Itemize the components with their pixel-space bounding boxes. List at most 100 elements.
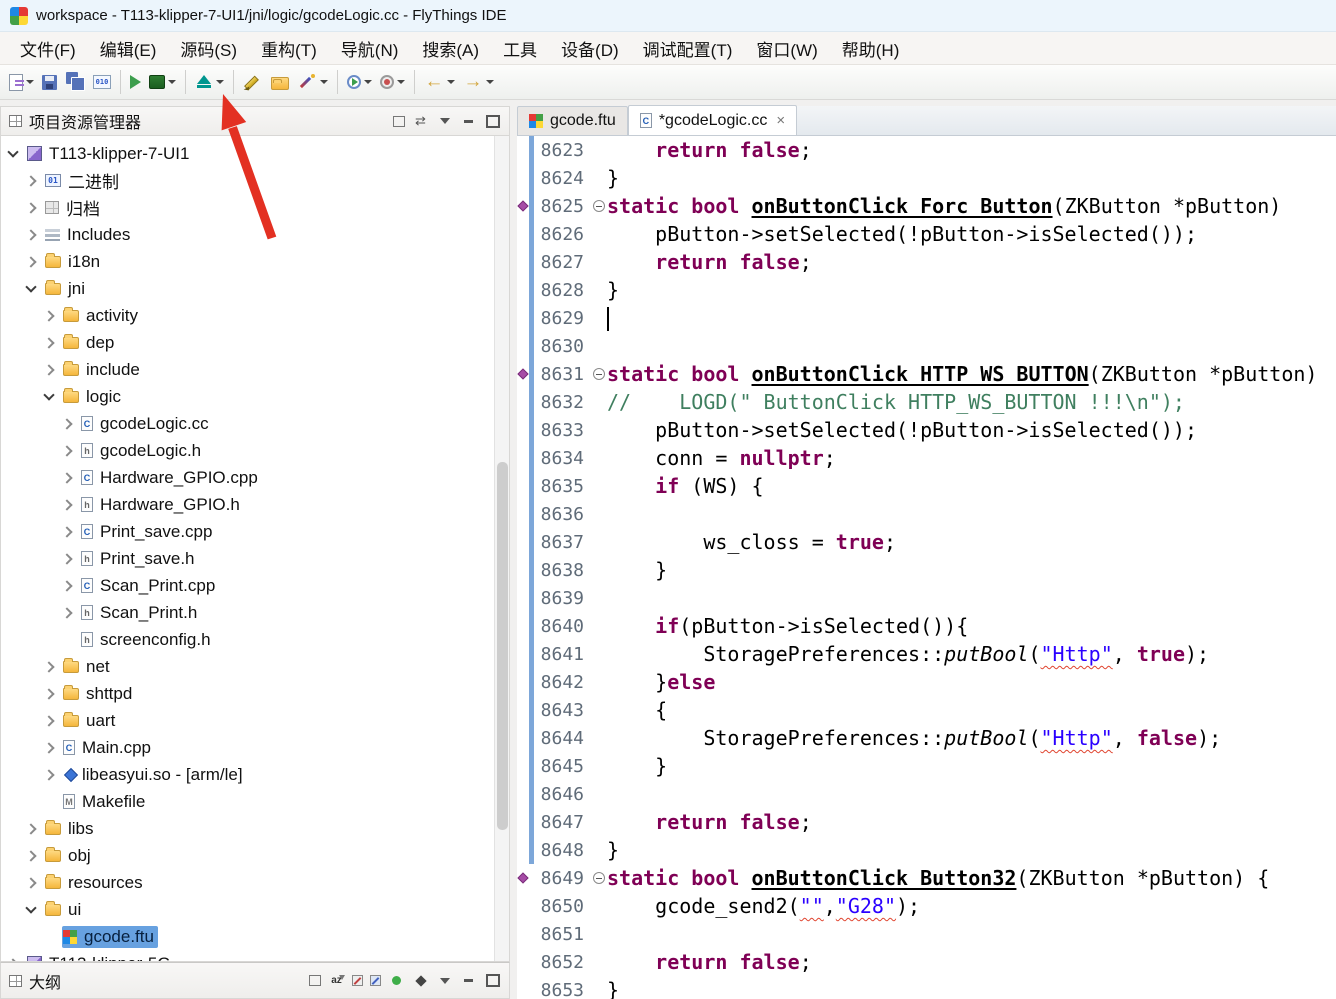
chevron-collapsed-icon[interactable] <box>43 337 54 348</box>
maximize-icon[interactable] <box>484 113 501 129</box>
tab-gcodeLogiccc[interactable]: *gcodeLogic.cc <box>628 105 797 135</box>
tree-item[interactable]: logic <box>1 383 509 410</box>
code-line[interactable]: 8640 if(pButton->isSelected()){ <box>517 612 1336 640</box>
build-button[interactable] <box>145 68 180 96</box>
binary-view-button[interactable] <box>89 68 115 96</box>
chevron-collapsed-icon[interactable] <box>25 202 36 213</box>
chevron-collapsed-icon[interactable] <box>61 499 72 510</box>
code-line[interactable]: 8633 pButton->setSelected(!pButton->isSe… <box>517 416 1336 444</box>
tree-item[interactable]: gcodeLogic.h <box>1 437 509 464</box>
code-line[interactable]: 8634 conn = nullptr; <box>517 444 1336 472</box>
code-line[interactable]: 8629 <box>517 304 1336 332</box>
code-line[interactable]: 8651 <box>517 920 1336 948</box>
code-line[interactable]: 8626 pButton->setSelected(!pButton->isSe… <box>517 220 1336 248</box>
tree-item[interactable]: include <box>1 356 509 383</box>
outline-minimize-icon[interactable] <box>460 973 477 989</box>
fold-gutter[interactable] <box>590 192 607 220</box>
chevron-collapsed-icon[interactable] <box>43 661 54 672</box>
menu-item-9[interactable]: 窗口(W) <box>744 33 829 64</box>
code-line[interactable]: 8653} <box>517 976 1336 999</box>
tree-item[interactable]: T113-klipper-5G <box>1 950 509 962</box>
dropdown-arrow-icon[interactable] <box>447 80 455 84</box>
code-line[interactable]: 8650 gcode_send2("","G28"); <box>517 892 1336 920</box>
chevron-collapsed-icon[interactable] <box>61 445 72 456</box>
outline-collapse-all-icon[interactable] <box>309 975 321 986</box>
code-line[interactable]: 8628} <box>517 276 1336 304</box>
code-line[interactable]: 8625static bool onButtonClick_Forc_Butto… <box>517 192 1336 220</box>
dropdown-arrow-icon[interactable] <box>26 80 34 84</box>
tree-item[interactable]: gcode.ftu <box>1 923 509 950</box>
minimize-icon[interactable] <box>460 113 477 129</box>
code-line[interactable]: 8643 { <box>517 696 1336 724</box>
link-with-editor-icon[interactable] <box>412 113 429 129</box>
code-line[interactable]: 8627 return false; <box>517 248 1336 276</box>
tab-gcodeftu[interactable]: gcode.ftu <box>517 106 628 135</box>
hide-non-public-icon[interactable] <box>388 973 405 989</box>
chevron-collapsed-icon[interactable] <box>43 688 54 699</box>
tools-wizard-button[interactable] <box>293 68 332 96</box>
fold-collapse-icon[interactable] <box>593 368 605 380</box>
code-line[interactable]: 8645 } <box>517 752 1336 780</box>
open-project-button[interactable] <box>267 68 293 96</box>
tree-item[interactable]: Includes <box>1 221 509 248</box>
chevron-collapsed-icon[interactable] <box>25 175 36 186</box>
view-menu-icon[interactable] <box>436 113 453 129</box>
chevron-collapsed-icon[interactable] <box>61 553 72 564</box>
save-all-button[interactable] <box>61 68 89 96</box>
chevron-expanded-icon[interactable] <box>43 389 54 400</box>
chevron-collapsed-icon[interactable] <box>43 364 54 375</box>
tree-item[interactable]: gcodeLogic.cc <box>1 410 509 437</box>
menu-item-1[interactable]: 编辑(E) <box>88 33 169 64</box>
tree-item[interactable]: libeasyui.so - [arm/le] <box>1 761 509 788</box>
chevron-collapsed-icon[interactable] <box>43 769 54 780</box>
code-line[interactable]: 8624} <box>517 164 1336 192</box>
fold-gutter[interactable] <box>590 360 607 388</box>
code-line[interactable]: 8637 ws_closs = true; <box>517 528 1336 556</box>
menu-item-0[interactable]: 文件(F) <box>8 33 88 64</box>
tree-item[interactable]: shttpd <box>1 680 509 707</box>
new-wizard-button[interactable] <box>5 68 38 96</box>
tree-item[interactable]: 二进制 <box>1 167 509 194</box>
tree-item[interactable]: resources <box>1 869 509 896</box>
menu-item-3[interactable]: 重构(T) <box>249 33 329 64</box>
chevron-expanded-icon[interactable] <box>25 902 36 913</box>
code-line[interactable]: 8646 <box>517 780 1336 808</box>
tree-item[interactable]: net <box>1 653 509 680</box>
chevron-collapsed-icon[interactable] <box>61 526 72 537</box>
code-line[interactable]: 8649static bool onButtonClick_Button32(Z… <box>517 864 1336 892</box>
hide-inactive-icon[interactable] <box>412 973 429 989</box>
tree-item[interactable]: T113-klipper-7-UI1 <box>1 140 509 167</box>
edit-ui-button[interactable] <box>239 68 267 96</box>
tree-item[interactable]: obj <box>1 842 509 869</box>
panel-splitter[interactable] <box>510 106 517 999</box>
code-line[interactable]: 8630 <box>517 332 1336 360</box>
outline-maximize-icon[interactable] <box>484 973 501 989</box>
tree-item[interactable]: Main.cpp <box>1 734 509 761</box>
save-button[interactable] <box>38 68 61 96</box>
chevron-collapsed-icon[interactable] <box>61 472 72 483</box>
tree-item[interactable]: dep <box>1 329 509 356</box>
chevron-collapsed-icon[interactable] <box>43 715 54 726</box>
code-line[interactable]: 8648} <box>517 836 1336 864</box>
run-button[interactable] <box>126 68 145 96</box>
dropdown-arrow-icon[interactable] <box>364 80 372 84</box>
hide-fields-icon[interactable] <box>352 975 363 986</box>
menu-item-2[interactable]: 源码(S) <box>168 33 249 64</box>
tree-scrollbar-thumb[interactable] <box>497 462 508 830</box>
tree-item[interactable]: Scan_Print.cpp <box>1 572 509 599</box>
tree-item[interactable]: Hardware_GPIO.h <box>1 491 509 518</box>
chevron-collapsed-icon[interactable] <box>61 580 72 591</box>
code-line[interactable]: 8635 if (WS) { <box>517 472 1336 500</box>
code-line[interactable]: 8641 StoragePreferences::putBool("Http",… <box>517 640 1336 668</box>
menu-item-5[interactable]: 搜索(A) <box>410 33 491 64</box>
fold-collapse-icon[interactable] <box>593 872 605 884</box>
close-tab-icon[interactable] <box>776 112 785 129</box>
menu-item-6[interactable]: 工具 <box>491 33 549 64</box>
collapse-all-icon[interactable] <box>393 116 405 127</box>
chevron-collapsed-icon[interactable] <box>43 742 54 753</box>
debug-tool-a-button[interactable] <box>343 68 376 96</box>
tree-item[interactable]: ui <box>1 896 509 923</box>
dropdown-arrow-icon[interactable] <box>216 80 224 84</box>
outline-view-menu-icon[interactable] <box>436 973 453 989</box>
tree-item[interactable]: uart <box>1 707 509 734</box>
